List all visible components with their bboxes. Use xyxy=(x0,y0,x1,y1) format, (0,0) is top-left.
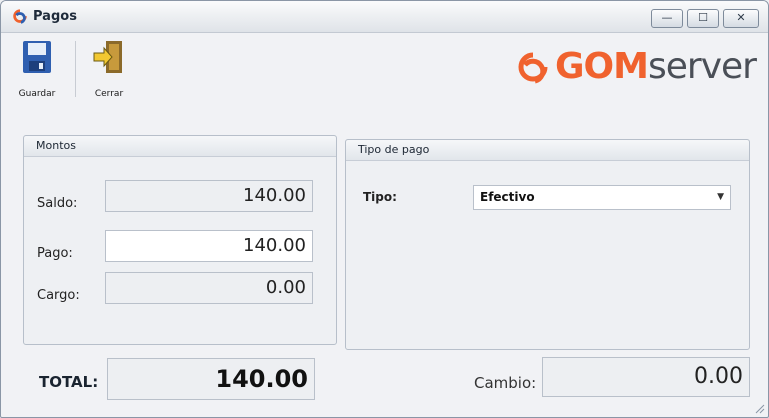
tipo-pago-selected: Efectivo xyxy=(480,190,535,204)
maximize-icon: ☐ xyxy=(698,11,708,24)
floppy-disk-icon xyxy=(23,41,51,73)
minimize-button[interactable]: — xyxy=(651,9,683,28)
cambio-label: Cambio: xyxy=(474,374,537,392)
title-bar[interactable]: Pagos — ☐ ✕ xyxy=(1,1,768,33)
chevron-down-icon[interactable]: ▼ xyxy=(717,192,724,202)
maximize-button[interactable]: ☐ xyxy=(687,9,719,28)
brand-logo-icon xyxy=(518,52,548,84)
close-form-label: Cerrar xyxy=(94,89,124,99)
cargo-label: Cargo: xyxy=(37,288,80,303)
total-field: 140.00 xyxy=(107,358,315,400)
montos-group-title: Montos xyxy=(24,136,336,157)
toolbar-separator xyxy=(75,41,76,97)
brand-logo-text: GOMserver xyxy=(555,46,757,87)
tipo-label: Tipo: xyxy=(363,190,397,204)
save-button[interactable]: Guardar xyxy=(11,39,63,101)
minimize-icon: — xyxy=(661,11,673,24)
tipo-pago-group: Tipo de pago xyxy=(345,139,750,350)
cargo-field: 0.00 xyxy=(105,272,313,304)
total-label: TOTAL: xyxy=(39,373,99,391)
resize-grip-icon[interactable] xyxy=(753,402,765,414)
pagos-window: Pagos — ☐ ✕ Guardar Cerrar GOMserver Mon… xyxy=(0,0,769,418)
close-icon: ✕ xyxy=(736,11,746,24)
tipo-pago-group-title: Tipo de pago xyxy=(346,140,749,161)
window-title: Pagos xyxy=(33,9,77,24)
pago-label: Pago: xyxy=(37,246,73,261)
cambio-field: 0.00 xyxy=(542,357,750,397)
saldo-label: Saldo: xyxy=(37,196,78,211)
saldo-field: 140.00 xyxy=(105,180,313,212)
close-button[interactable]: ✕ xyxy=(723,9,759,28)
tipo-pago-select[interactable]: Efectivo ▼ xyxy=(473,185,731,210)
exit-door-icon xyxy=(93,41,122,73)
pago-input[interactable]: 140.00 xyxy=(105,230,313,262)
app-logo-icon xyxy=(13,9,27,24)
save-label: Guardar xyxy=(18,89,56,99)
close-form-button[interactable]: Cerrar xyxy=(83,39,135,101)
brand-logo: GOMserver xyxy=(511,43,757,91)
